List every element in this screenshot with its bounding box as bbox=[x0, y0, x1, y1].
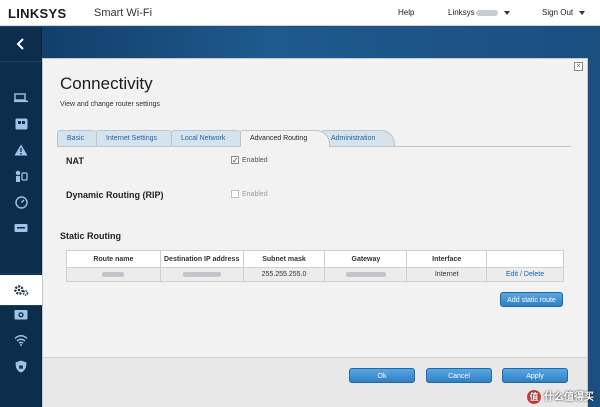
redacted-text bbox=[345, 271, 386, 277]
alert-icon bbox=[14, 144, 28, 156]
brand-logo: LINKSYS bbox=[8, 6, 67, 21]
chevron-down-icon bbox=[579, 10, 586, 15]
nat-label: NAT bbox=[66, 156, 84, 166]
column-header: Route name bbox=[66, 250, 161, 268]
tab-advanced-routing[interactable]: Advanced Routing bbox=[240, 130, 330, 147]
add-static-route-button[interactable]: Add static route bbox=[500, 292, 563, 307]
chevron-down-icon bbox=[503, 10, 510, 15]
sign-out-menu[interactable]: Sign Out bbox=[542, 8, 586, 17]
redacted-text bbox=[102, 271, 125, 277]
top-bar: LINKSYS Smart Wi-Fi Help Linksys Sign Ou… bbox=[0, 0, 600, 26]
subnet-cell: 255.255.255.0 bbox=[242, 267, 326, 282]
redacted-text bbox=[182, 271, 221, 277]
connectivity-gear-icon bbox=[14, 285, 29, 296]
sidebar bbox=[0, 27, 42, 407]
user-menu[interactable]: Linksys bbox=[448, 8, 510, 17]
speed-test-icon bbox=[14, 195, 28, 209]
connectivity-panel: × Connectivity View and change router se… bbox=[42, 58, 588, 407]
nat-checkbox[interactable]: ✓ bbox=[231, 156, 239, 165]
ok-button[interactable]: Ok bbox=[349, 368, 415, 383]
sidebar-divider bbox=[0, 61, 42, 62]
page-subtitle: View and change router settings bbox=[60, 101, 160, 108]
redacted-username bbox=[475, 9, 498, 16]
column-header bbox=[486, 250, 564, 268]
static-routing-heading: Static Routing bbox=[60, 231, 121, 241]
watermark: 值什么值得买 bbox=[527, 388, 594, 404]
help-link[interactable]: Help bbox=[398, 8, 414, 17]
sidebar-divider bbox=[0, 273, 42, 274]
rip-label: Dynamic Routing (RIP) bbox=[66, 190, 164, 200]
watermark-badge: 值 bbox=[527, 390, 541, 404]
tab-local-network[interactable]: Local Network bbox=[171, 130, 249, 146]
sign-out-label: Sign Out bbox=[542, 8, 574, 17]
back-button[interactable] bbox=[0, 29, 42, 59]
sidebar-item-security[interactable] bbox=[0, 351, 42, 381]
route-name-cell bbox=[66, 267, 161, 282]
parental-controls-icon bbox=[15, 170, 28, 182]
storage-icon bbox=[14, 224, 28, 232]
rip-checkbox[interactable] bbox=[231, 190, 239, 198]
tab-administration[interactable]: Administration bbox=[321, 130, 395, 146]
column-header: Destination IP address bbox=[159, 250, 244, 268]
column-header: Gateway bbox=[324, 250, 408, 268]
panel-footer: Ok Cancel Apply bbox=[43, 357, 587, 407]
apply-button[interactable]: Apply bbox=[502, 368, 568, 383]
edit-delete-link[interactable]: Edit / Delete bbox=[486, 267, 564, 282]
user-name: Linksys bbox=[448, 8, 475, 17]
static-routing-table: Route name Destination IP address Subnet… bbox=[66, 250, 564, 282]
nat-enabled-label: Enabled bbox=[242, 157, 268, 164]
gateway-cell bbox=[324, 267, 408, 282]
column-header: Subnet mask bbox=[242, 250, 326, 268]
devices-icon bbox=[14, 93, 28, 103]
widget-icon bbox=[15, 118, 27, 130]
security-shield-icon bbox=[15, 360, 27, 372]
watermark-text: 什么值得买 bbox=[544, 391, 594, 403]
tab-internet-settings[interactable]: Internet Settings bbox=[96, 130, 180, 146]
close-icon[interactable]: × bbox=[574, 62, 583, 71]
chevron-left-icon bbox=[16, 38, 24, 50]
rip-enabled-label: Enabled bbox=[242, 191, 268, 198]
cancel-button[interactable]: Cancel bbox=[426, 368, 492, 383]
destination-cell bbox=[159, 267, 244, 282]
table-row: 255.255.255.0 Internet Edit / Delete bbox=[66, 267, 564, 282]
page-title: Connectivity bbox=[60, 74, 153, 93]
column-header: Interface bbox=[406, 250, 488, 268]
table-header-row: Route name Destination IP address Subnet… bbox=[66, 250, 564, 268]
interface-cell: Internet bbox=[406, 267, 488, 282]
wifi-icon bbox=[14, 335, 28, 346]
camera-icon bbox=[14, 310, 28, 320]
sidebar-item-storage[interactable] bbox=[0, 213, 42, 243]
product-name: Smart Wi-Fi bbox=[94, 7, 153, 19]
